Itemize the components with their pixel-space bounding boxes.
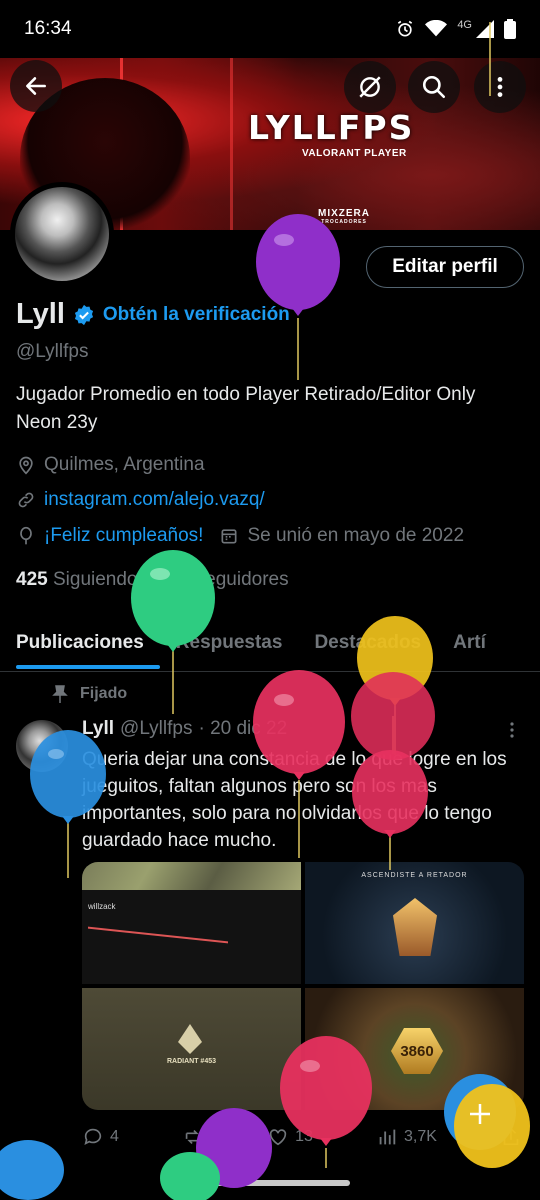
get-verified-link[interactable]: Obtén la verificación xyxy=(103,304,290,326)
profile-website: instagram.com/alejo.vazq/ xyxy=(16,489,265,511)
heart-icon xyxy=(269,1129,287,1146)
profile-location: Quilmes, Argentina xyxy=(16,454,205,476)
reply-icon xyxy=(84,1128,102,1145)
grok-icon xyxy=(359,76,381,98)
banner-title: LYLLFPS xyxy=(248,108,415,147)
tweet-actions: 4 13 3,7K xyxy=(82,1126,522,1148)
views-chart-icon xyxy=(379,1129,396,1145)
gesture-nav-bar[interactable] xyxy=(190,1180,350,1186)
grok-button[interactable] xyxy=(344,61,396,113)
joined-date: Se unió en mayo de 2022 xyxy=(219,525,464,547)
pin-icon xyxy=(52,685,68,703)
wifi-icon xyxy=(425,20,448,37)
tweet-avatar[interactable] xyxy=(16,720,68,772)
battery-icon xyxy=(504,19,516,39)
reply-button[interactable]: 4 xyxy=(82,1126,119,1148)
link-icon xyxy=(18,492,34,508)
followers-stat[interactable]: 219 Seguidores xyxy=(156,569,289,591)
tweet-more-button[interactable] xyxy=(504,720,520,745)
tab-posts[interactable]: Publicaciones xyxy=(0,620,160,671)
profile-name-row: Lyll Obtén la verificación xyxy=(16,298,290,331)
verified-badge-icon xyxy=(74,304,93,325)
tweet-media-grid: willzack ASCENDISTE A RETADOR RADIANT #4… xyxy=(82,862,524,1110)
like-button[interactable]: 13 xyxy=(267,1126,313,1148)
balloon-icon xyxy=(196,1108,272,1188)
balloon-icon xyxy=(160,1152,220,1200)
status-icons: 4G xyxy=(395,19,516,39)
follow-stats: 425 Siguiendo 219 Seguidores xyxy=(16,569,289,591)
tweet-date: · 20 dic 22 xyxy=(198,718,288,739)
profile-handle: @Lyllfps xyxy=(16,341,89,362)
repost-icon xyxy=(185,1129,201,1145)
balloon-icon xyxy=(0,1140,64,1200)
tweet-author-name[interactable]: Lyll xyxy=(82,718,114,740)
more-vertical-icon xyxy=(510,722,514,738)
banner-subtitle: VALORANT PLAYER xyxy=(302,148,407,159)
following-stat[interactable]: 425 Siguiendo xyxy=(16,569,138,591)
pinned-label: Fijado xyxy=(52,685,127,703)
views-button[interactable]: 3,7K xyxy=(376,1126,437,1148)
share-icon xyxy=(503,1127,519,1146)
network-type: 4G xyxy=(457,19,472,31)
repost-button[interactable] xyxy=(182,1126,204,1148)
profile-tabs: Publicaciones Respuestas Destacados Artí xyxy=(0,620,540,672)
tab-highlights[interactable]: Destacados xyxy=(298,620,437,671)
edit-profile-button[interactable]: Editar perfil xyxy=(366,246,524,288)
profile-bio: Jugador Promedio en todo Player Retirado… xyxy=(16,384,476,433)
arrow-left-icon xyxy=(26,77,46,95)
tab-articles[interactable]: Artí xyxy=(437,620,502,671)
media-image-rank[interactable]: ASCENDISTE A RETADOR xyxy=(305,862,524,984)
status-bar: 16:34 4G xyxy=(0,0,540,58)
location-pin-icon xyxy=(19,456,33,475)
media-image-radiant[interactable]: RADIANT #453 xyxy=(82,988,301,1110)
tweet-author-handle: @Lyllfps xyxy=(120,718,193,739)
more-vertical-icon xyxy=(497,77,503,97)
share-button[interactable] xyxy=(500,1126,522,1148)
balloon-icon xyxy=(20,526,32,545)
birthday-text[interactable]: ¡Feliz cumpleaños! xyxy=(44,525,203,547)
search-button[interactable] xyxy=(408,61,460,113)
balloon-icon xyxy=(256,214,340,380)
status-time: 16:34 xyxy=(24,18,72,39)
tweet-header: Lyll @Lyllfps · 20 dic 22 xyxy=(82,718,287,740)
profile-birthday-joined: ¡Feliz cumpleaños! Se unió en mayo de 20… xyxy=(16,525,464,547)
profile-avatar[interactable] xyxy=(10,182,114,286)
search-icon xyxy=(422,75,446,99)
signal-icon xyxy=(476,20,494,38)
banner-brand-logo: MIXZERA TROCADORES xyxy=(318,208,370,225)
media-image-hearthstone[interactable]: 3860 xyxy=(305,988,524,1110)
alarm-icon xyxy=(398,20,413,37)
tweet-text: Queria dejar una constancia de lo que lo… xyxy=(82,749,507,851)
tab-replies[interactable]: Respuestas xyxy=(160,620,299,671)
back-button[interactable] xyxy=(10,60,62,112)
profile-name: Lyll xyxy=(16,298,65,330)
media-image-stats[interactable]: willzack xyxy=(82,862,301,984)
location-text: Quilmes, Argentina xyxy=(44,454,205,475)
website-link[interactable]: instagram.com/alejo.vazq/ xyxy=(44,489,265,511)
calendar-icon xyxy=(221,529,237,544)
more-options-button[interactable] xyxy=(474,61,526,113)
